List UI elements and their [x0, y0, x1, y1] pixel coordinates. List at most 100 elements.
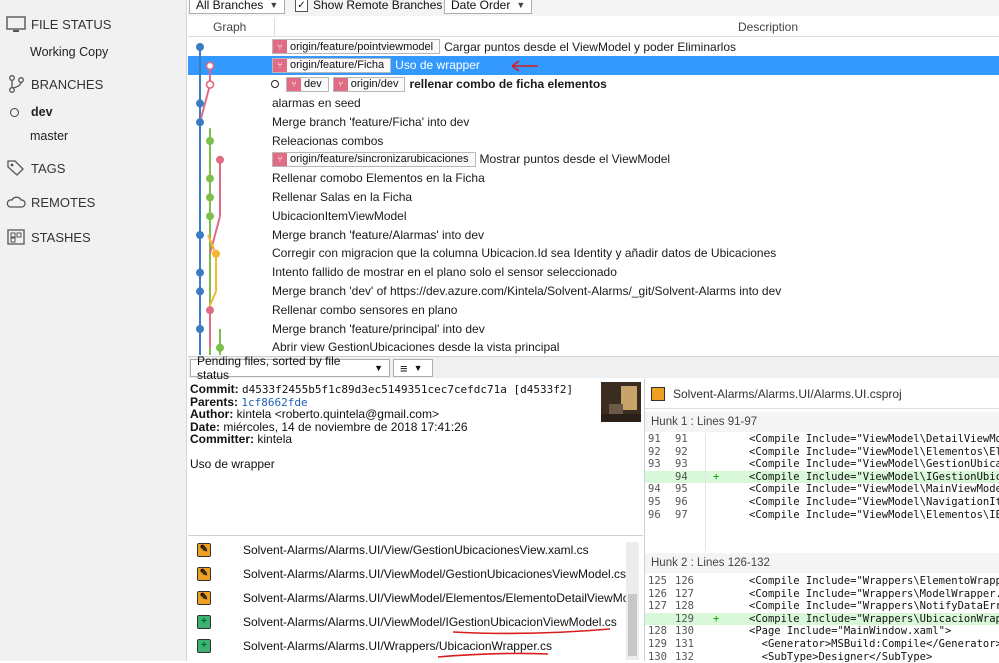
- commit-row[interactable]: alarmas en seed: [272, 93, 361, 112]
- commit-node: [205, 193, 214, 202]
- commit-row[interactable]: Merge branch 'feature/Ficha' into dev: [272, 112, 469, 131]
- branch-tag[interactable]: ⑂ dev: [286, 76, 329, 92]
- branch-icon: [6, 74, 26, 94]
- current-branch-icon: [10, 107, 19, 117]
- commit-row[interactable]: ⑂ dev ⑂ origin/dev rellenar combo de ficha e…: [271, 75, 607, 94]
- sidebar-branches[interactable]: BRANCHES: [6, 74, 103, 94]
- branch-tag-label: origin/dev: [350, 78, 399, 91]
- commit-node: [205, 306, 214, 315]
- commit-node: [196, 287, 205, 296]
- commit-message: alarmas en seed: [272, 95, 361, 110]
- new-line-number: 91: [675, 433, 688, 445]
- branch-tag[interactable]: ⑂ origin/feature/sincronizarubicaciones: [272, 151, 476, 167]
- new-line-number: 131: [675, 638, 694, 650]
- commit-row[interactable]: UbicacionItemViewModel: [272, 206, 407, 225]
- diff-line: 130 132 <SubType>Designer</SubType>: [645, 651, 999, 663]
- sidebar-item-master[interactable]: master: [30, 129, 68, 143]
- diff-code: <Compile Include="Wrappers\ModelWrapper.…: [749, 587, 999, 600]
- new-line-number: 132: [675, 650, 694, 663]
- commit-message: Merge branch 'feature/Alarmas' into dev: [272, 227, 485, 242]
- sidebar-item-dev[interactable]: dev: [10, 105, 53, 119]
- sidebar-tags-label: TAGS: [31, 160, 66, 176]
- commit-message: Merge branch 'feature/Ficha' into dev: [272, 114, 470, 129]
- graph-column-header[interactable]: Graph: [213, 20, 246, 34]
- new-line-number: 129: [675, 612, 694, 625]
- branch-tag[interactable]: ⑂ origin/dev: [332, 76, 406, 92]
- diff-code: <Compile Include="ViewModel\IGestionUbic…: [749, 470, 999, 483]
- diff-file-path: Solvent-Alarms/Alarms.UI/Alarms.UI.cspro…: [673, 386, 902, 401]
- modified-file-icon: [651, 386, 665, 401]
- diff-sign: +: [713, 612, 720, 625]
- diff-code: <Compile Include="ViewModel\Elementos\El…: [749, 445, 999, 458]
- sort-dropdown[interactable]: Pending files, sorted by file status ▼: [190, 354, 390, 382]
- commit-message: Rellenar Salas en la Ficha: [272, 189, 413, 204]
- commit-node: [205, 61, 215, 71]
- old-line-number: 93: [648, 458, 661, 471]
- diff-line: 94 95 <Compile Include="ViewModel\MainView…: [645, 483, 999, 496]
- sidebar-item-working-copy[interactable]: Working Copy: [30, 45, 108, 59]
- branch-tag-icon: ⑂: [273, 58, 287, 72]
- commit-node: [196, 99, 205, 108]
- view-mode-dropdown[interactable]: ≡ ▼: [393, 359, 433, 377]
- commit-row[interactable]: Rellenar combo sensores en plano: [272, 300, 457, 319]
- commit-row[interactable]: ⑂ origin/feature/Ficha Uso de wrapper: [188, 55, 999, 75]
- commit-node: [196, 43, 205, 52]
- diff-line: 125 126 <Compile Include="Wrappers\Element…: [645, 575, 999, 588]
- commit-message: UbicacionItemViewModel: [272, 208, 407, 223]
- diff-code: <Compile Include="ViewModel\NavigationIt…: [749, 496, 999, 508]
- show-remote-branches-checkbox[interactable]: ✓ Show Remote Branches: [295, 0, 442, 14]
- hunk-header: Hunk 2 : Lines 126-132: [645, 553, 999, 573]
- chevron-down-icon: ▼: [374, 363, 383, 373]
- graph-edge: [209, 215, 221, 255]
- commit-node: [205, 212, 214, 221]
- description-column-header[interactable]: Description: [738, 20, 798, 34]
- commit-node: [215, 343, 224, 352]
- branch-tag[interactable]: ⑂ origin/feature/Ficha: [272, 57, 392, 73]
- sidebar-tags[interactable]: TAGS: [6, 158, 65, 178]
- commit-hash[interactable]: d4533f2455b5f1c89d3ec5149351cec7cefdc71a…: [242, 383, 573, 396]
- commit-row[interactable]: Merge branch 'feature/principal' into de…: [272, 319, 485, 338]
- diff-line-added: 129 + <Compile Include="Wrappers\Ubicacion…: [645, 612, 999, 626]
- commit-row[interactable]: Releacionas combos: [272, 131, 383, 150]
- sidebar-file-status[interactable]: FILE STATUS: [6, 14, 111, 34]
- new-line-number: 130: [675, 625, 694, 638]
- commit-row[interactable]: ⑂ origin/feature/pointviewmodel Cargar pun…: [272, 37, 736, 56]
- commit-row[interactable]: ⑂ origin/feature/sincronizarubicaciones Mo…: [272, 150, 670, 169]
- new-line-number: 93: [675, 458, 688, 471]
- commit-row[interactable]: Merge branch 'feature/Alarmas' into dev: [272, 225, 484, 244]
- stash-icon: [6, 227, 26, 247]
- file-list-toolbar: Pending files, sorted by file status ▼ ≡…: [188, 354, 999, 382]
- branch-tag[interactable]: ⑂ origin/feature/pointviewmodel: [272, 39, 441, 54]
- cloud-icon: [6, 192, 26, 212]
- diff-panel: Solvent-Alarms/Alarms.UI/Alarms.UI.cspro…: [644, 379, 999, 663]
- new-line-number: 94: [675, 470, 688, 483]
- commit-row[interactable]: Rellenar Salas en la Ficha: [272, 187, 412, 206]
- sidebar-file-status-label: FILE STATUS: [31, 16, 112, 32]
- commit-message: Uso de wrapper: [395, 58, 480, 73]
- commit-message: Cargar puntos desde el ViewModel y poder…: [444, 39, 737, 54]
- sidebar-remotes[interactable]: REMOTES: [6, 192, 95, 212]
- commit-row[interactable]: Merge branch 'dev' of https://dev.azure.…: [272, 281, 781, 300]
- diff-line: 95 96 <Compile Include="ViewModel\Navigati…: [645, 496, 999, 509]
- commit-node: [196, 324, 205, 333]
- committer-label: Committer:: [190, 432, 255, 446]
- sidebar-stashes[interactable]: STASHES: [6, 227, 91, 247]
- scrollbar-thumb[interactable]: [628, 594, 637, 656]
- diff-code: <Compile Include="ViewModel\Elementos\IE…: [749, 508, 999, 521]
- committer-value: kintela: [257, 432, 293, 446]
- column-divider[interactable]: [274, 18, 275, 37]
- commit-row[interactable]: Rellenar comobo Elementos en la Ficha: [272, 169, 485, 188]
- branch-tag-icon: ⑂: [287, 77, 301, 91]
- commit-row[interactable]: Corregir con migracion que la columna Ub…: [272, 244, 776, 263]
- branches-filter-dropdown[interactable]: All Branches ▼: [189, 0, 286, 14]
- old-line-number: 130: [648, 650, 667, 663]
- commit-message: Rellenar combo sensores en plano: [272, 302, 458, 317]
- list-icon: ≡: [400, 360, 408, 376]
- diff-code: <Compile Include="Wrappers\NotifyDataErr…: [749, 600, 999, 613]
- annotation-arrow-icon: [511, 60, 538, 72]
- commit-row[interactable]: Intento fallido de mostrar en el plano s…: [272, 263, 617, 282]
- old-line-number: 95: [648, 496, 661, 508]
- order-dropdown[interactable]: Date Order ▼: [444, 0, 533, 14]
- diff-code: <Compile Include="ViewModel\DetailViewMo…: [749, 433, 999, 445]
- tag-icon: [6, 158, 26, 178]
